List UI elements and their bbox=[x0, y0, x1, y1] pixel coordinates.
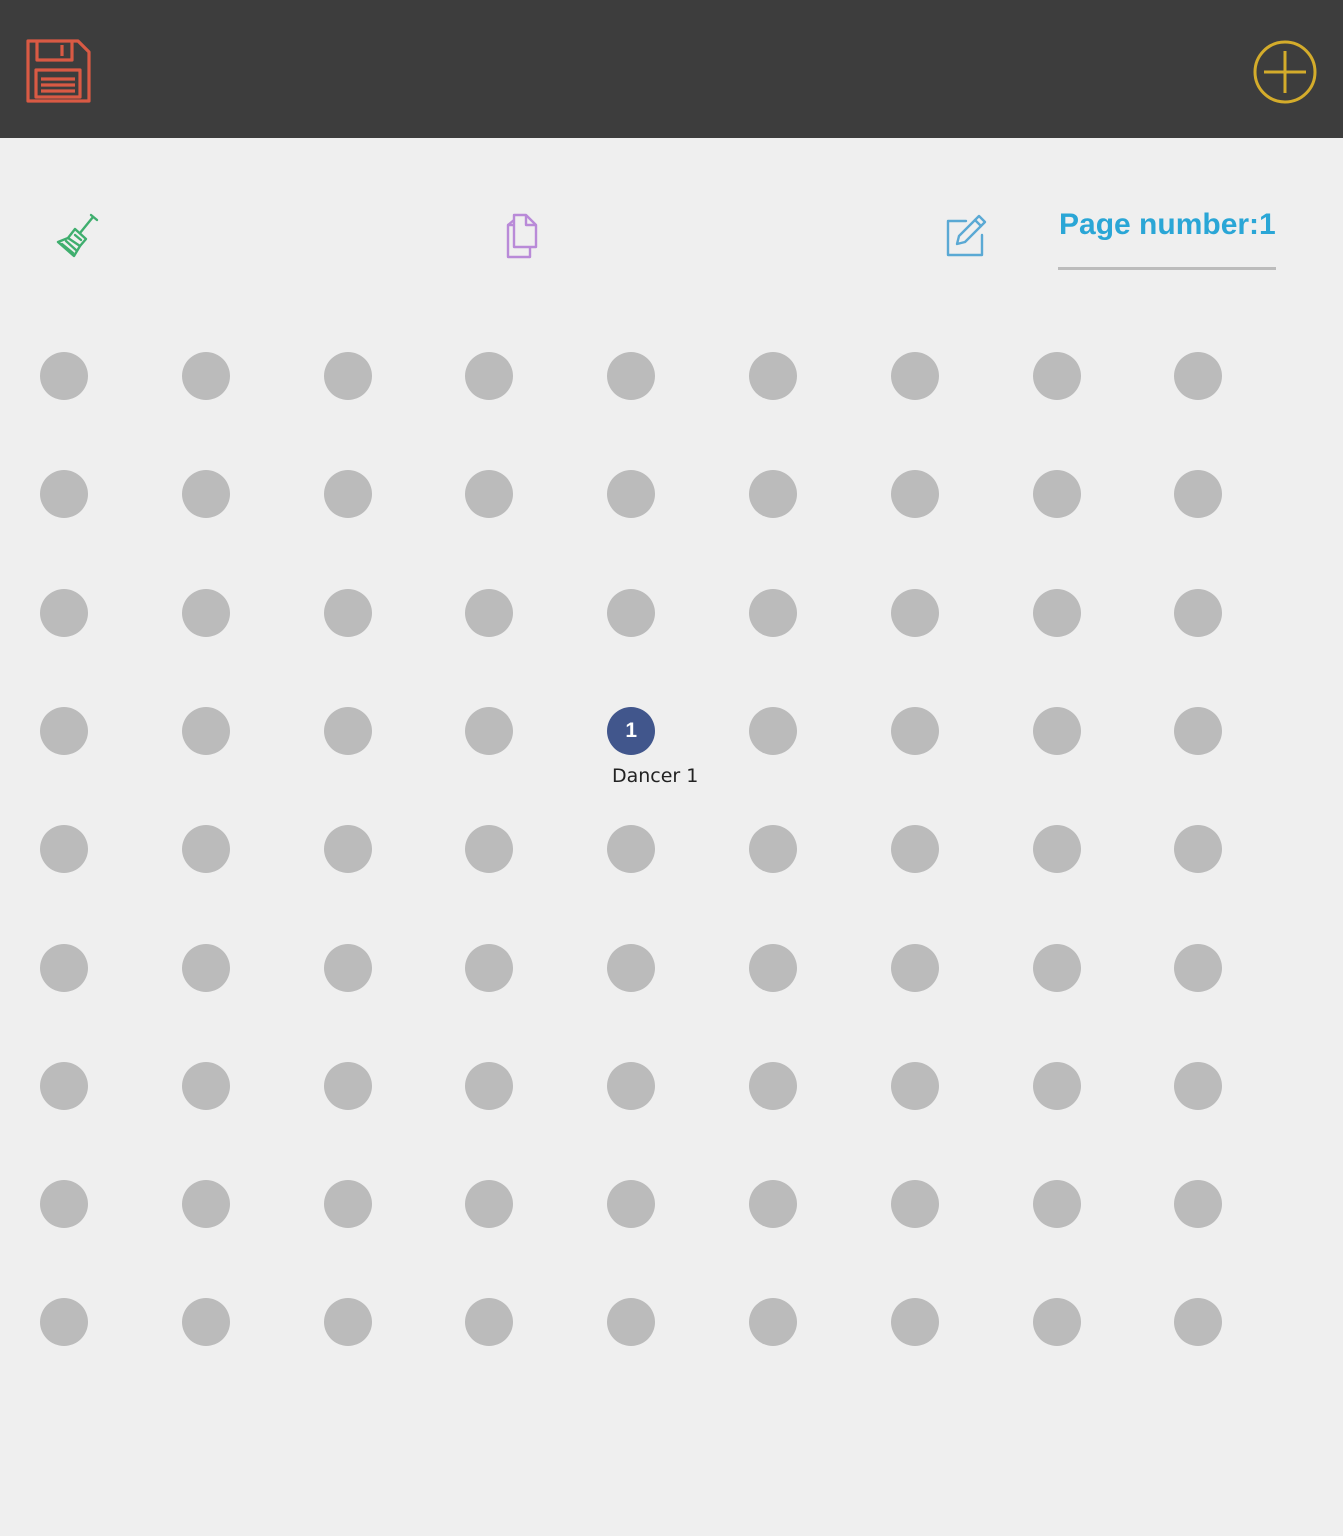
grid-position-dot[interactable] bbox=[1174, 1061, 1223, 1110]
grid-position-dot[interactable] bbox=[1032, 352, 1081, 400]
grid-position-dot[interactable] bbox=[749, 706, 797, 755]
grid-position-dot[interactable] bbox=[1174, 943, 1223, 992]
grid-position-dot[interactable] bbox=[749, 1061, 797, 1110]
grid-position-dot[interactable] bbox=[607, 1061, 656, 1110]
page-number-field[interactable]: Page number:1 bbox=[1058, 200, 1276, 270]
grid-position-dot[interactable] bbox=[181, 1298, 230, 1347]
grid-position-dot[interactable] bbox=[465, 706, 514, 755]
copy-formation-button[interactable] bbox=[494, 208, 550, 264]
grid-position-dot[interactable] bbox=[181, 470, 230, 519]
grid-position-dot[interactable] bbox=[181, 1061, 230, 1110]
grid-position-dot[interactable] bbox=[890, 943, 939, 992]
grid-position-dot[interactable] bbox=[1032, 1298, 1081, 1347]
grid-position-dot[interactable] bbox=[1174, 588, 1223, 637]
grid-position-dot[interactable] bbox=[1032, 1180, 1081, 1229]
grid-position-dot[interactable] bbox=[1174, 470, 1223, 519]
save-icon[interactable] bbox=[22, 36, 94, 106]
grid-position-dot[interactable] bbox=[323, 706, 372, 755]
grid-position-dot[interactable] bbox=[890, 1180, 939, 1229]
edit-page-button[interactable] bbox=[937, 208, 993, 264]
grid-position-dot[interactable] bbox=[465, 825, 514, 874]
grid-position-dot[interactable] bbox=[607, 470, 656, 519]
grid-position-dot[interactable] bbox=[181, 1180, 230, 1229]
grid-position-dot[interactable] bbox=[40, 706, 88, 755]
grid-position-dot[interactable] bbox=[1174, 1180, 1223, 1229]
grid-position-dot[interactable] bbox=[323, 470, 372, 519]
grid-position-dot[interactable] bbox=[749, 352, 797, 400]
grid-position-dot[interactable] bbox=[1032, 588, 1081, 637]
grid-position-dot[interactable] bbox=[890, 1298, 939, 1347]
grid-position-dot[interactable] bbox=[1032, 825, 1081, 874]
edit-pencil-icon bbox=[946, 214, 987, 257]
grid-position-dot[interactable] bbox=[749, 1298, 797, 1347]
grid-position-dot[interactable] bbox=[40, 470, 88, 519]
grid-position-dot[interactable] bbox=[40, 1298, 88, 1347]
grid-position-dot[interactable] bbox=[1174, 706, 1223, 755]
grid-position-dot[interactable] bbox=[323, 588, 372, 637]
grid-position-dot[interactable] bbox=[323, 1298, 372, 1347]
grid-position-dot[interactable] bbox=[1032, 470, 1081, 519]
grid-position-dot[interactable] bbox=[607, 1180, 656, 1229]
page-number-text: Page number:1 bbox=[1059, 208, 1276, 241]
grid-position-dot[interactable] bbox=[323, 1180, 372, 1229]
grid-position-dot[interactable] bbox=[1174, 352, 1223, 400]
grid-position-dot[interactable] bbox=[181, 825, 230, 874]
copy-pages-icon bbox=[506, 213, 538, 259]
grid-position-dot[interactable] bbox=[323, 825, 372, 874]
grid-position-dot[interactable] bbox=[465, 1061, 514, 1110]
grid-position-dot[interactable] bbox=[890, 352, 939, 400]
grid-position-dot[interactable] bbox=[749, 470, 797, 519]
broom-icon bbox=[56, 213, 99, 258]
grid-position-dot[interactable] bbox=[607, 825, 656, 874]
grid-position-dot[interactable] bbox=[181, 943, 230, 992]
grid-position-dot[interactable] bbox=[465, 470, 514, 519]
add-circle-icon[interactable] bbox=[1251, 38, 1319, 106]
grid-position-dot[interactable] bbox=[890, 1061, 939, 1110]
grid-position-dot[interactable] bbox=[890, 588, 939, 637]
grid-position-dot[interactable] bbox=[323, 943, 372, 992]
grid-position-dot[interactable] bbox=[40, 1061, 88, 1110]
grid-position-dot[interactable] bbox=[607, 1298, 656, 1347]
grid-position-dot[interactable] bbox=[40, 943, 88, 992]
grid-position-dot[interactable] bbox=[1032, 943, 1081, 992]
grid-position-dot[interactable] bbox=[607, 943, 656, 992]
grid-position-dot[interactable] bbox=[749, 588, 797, 637]
grid-position-dot[interactable] bbox=[890, 470, 939, 519]
top-app-bar bbox=[0, 0, 1343, 138]
grid-position-dot[interactable] bbox=[181, 706, 230, 755]
stage-grid: 1 Dancer 1 bbox=[40, 352, 1223, 1352]
grid-position-dot[interactable] bbox=[40, 1180, 88, 1229]
grid-position-dot[interactable] bbox=[40, 352, 88, 400]
grid-position-dot[interactable] bbox=[465, 588, 514, 637]
grid-position-dot[interactable] bbox=[465, 1298, 514, 1347]
grid-position-dot[interactable] bbox=[323, 352, 372, 400]
grid-position-dot[interactable] bbox=[465, 352, 514, 400]
grid-position-dot[interactable] bbox=[181, 352, 230, 400]
grid-position-dot[interactable] bbox=[1174, 1298, 1223, 1347]
grid-position-dot[interactable] bbox=[890, 825, 939, 874]
grid-position-dot[interactable] bbox=[40, 825, 88, 874]
grid-position-dot[interactable] bbox=[465, 943, 514, 992]
grid-position-dot[interactable] bbox=[1174, 825, 1223, 874]
grid-position-dot[interactable] bbox=[40, 588, 88, 637]
grid-position-dot[interactable] bbox=[890, 706, 939, 755]
grid-position-dot[interactable] bbox=[749, 943, 797, 992]
grid-position-dot[interactable] bbox=[749, 825, 797, 874]
grid-position-dot[interactable] bbox=[749, 1180, 797, 1229]
grid-position-dot[interactable] bbox=[1032, 1061, 1081, 1110]
grid-position-dot[interactable] bbox=[607, 588, 656, 637]
grid-position-dot[interactable] bbox=[607, 352, 656, 400]
clear-stage-button[interactable] bbox=[50, 208, 106, 264]
grid-position-dot[interactable] bbox=[465, 1180, 514, 1229]
grid-position-dot[interactable] bbox=[181, 588, 230, 637]
grid-position-dot[interactable] bbox=[323, 1061, 372, 1110]
dancer-marker[interactable]: 1 bbox=[607, 706, 656, 755]
grid-position-dot[interactable] bbox=[1032, 706, 1081, 755]
dancer-label: Dancer 1 bbox=[611, 764, 699, 787]
